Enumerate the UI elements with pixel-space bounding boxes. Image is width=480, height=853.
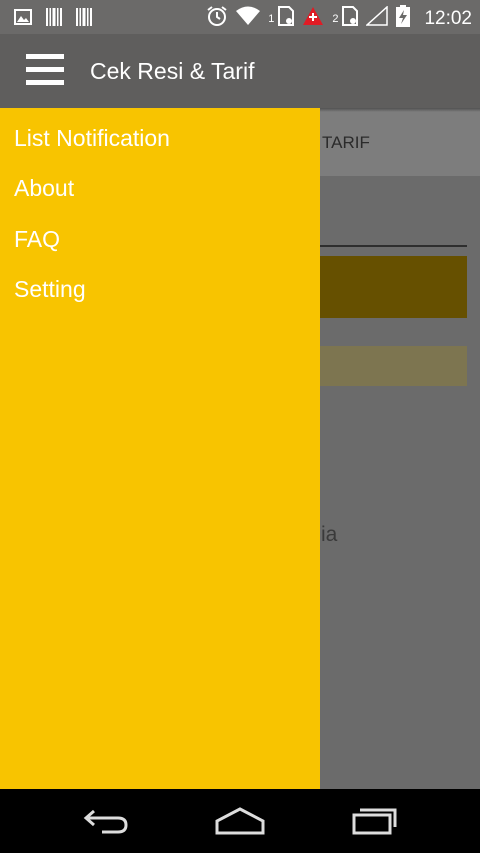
status-notifications bbox=[14, 8, 92, 31]
result-bar bbox=[320, 346, 467, 386]
menu-icon[interactable] bbox=[26, 54, 64, 86]
barcode-icon bbox=[76, 8, 92, 31]
barcode-icon bbox=[46, 8, 62, 31]
sim2-icon bbox=[342, 6, 359, 31]
alert-icon bbox=[302, 6, 324, 31]
sim1-icon bbox=[278, 6, 295, 31]
recents-icon[interactable] bbox=[350, 805, 398, 842]
battery-charging-icon bbox=[396, 5, 411, 32]
drawer-item-about[interactable]: About bbox=[14, 175, 74, 202]
drawer-item-list-notification[interactable]: List Notification bbox=[14, 125, 170, 152]
navigation-bar bbox=[0, 789, 480, 853]
app-bar: Cek Resi & Tarif bbox=[0, 34, 480, 108]
drawer-item-faq[interactable]: FAQ bbox=[14, 226, 60, 253]
drawer-item-setting[interactable]: Setting bbox=[14, 276, 86, 303]
clock: 12:02 bbox=[424, 7, 472, 29]
background-text: ia bbox=[321, 523, 338, 546]
home-icon[interactable] bbox=[214, 805, 266, 842]
app-title: Cek Resi & Tarif bbox=[90, 58, 255, 84]
sim1-label: 1 bbox=[268, 12, 275, 25]
status-bar: 1 2 12:02 bbox=[0, 0, 480, 34]
status-system-icons: 1 2 12:02 bbox=[206, 5, 472, 32]
input-underline bbox=[320, 245, 467, 247]
check-button[interactable] bbox=[320, 256, 467, 318]
sim2-label: 2 bbox=[332, 12, 339, 25]
signal-icon bbox=[365, 5, 389, 31]
alarm-icon bbox=[206, 5, 228, 32]
back-icon[interactable] bbox=[82, 805, 130, 842]
navigation-drawer: List Notification About FAQ Setting bbox=[0, 108, 320, 789]
picture-icon bbox=[14, 9, 32, 30]
tab-tarif[interactable]: TARIF bbox=[322, 133, 370, 153]
wifi-icon bbox=[236, 6, 261, 31]
